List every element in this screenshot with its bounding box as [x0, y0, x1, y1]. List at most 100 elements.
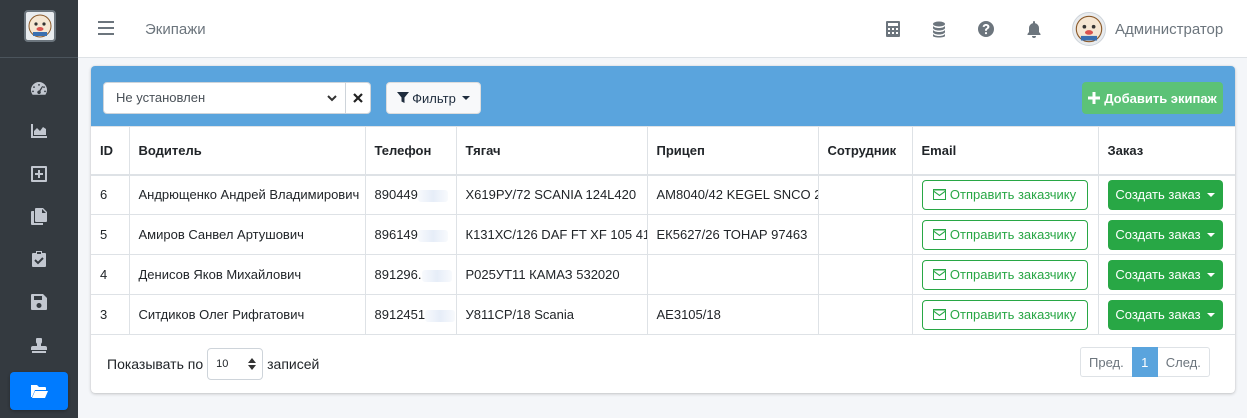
send-button-label: Отправить заказчику — [949, 227, 1077, 242]
caret-down-icon — [1206, 232, 1215, 237]
sidebar-item-crews[interactable] — [10, 372, 68, 410]
cell-truck: Р025УТ11 КАМАЗ 532020 — [455, 254, 648, 295]
calculator-icon[interactable] — [884, 20, 902, 38]
send-to-customer-button[interactable]: Отправить заказчику — [921, 179, 1088, 210]
cell-phone: 891296. — [364, 254, 457, 295]
cell-order: Создать заказ — [1097, 174, 1235, 215]
create-order-button[interactable]: Создать заказ — [1107, 179, 1223, 210]
logo-mascot-icon — [28, 14, 52, 38]
phone-text: 8912451 — [374, 307, 426, 322]
bell-icon[interactable] — [1025, 20, 1043, 38]
filter-button-label: Фильтр — [412, 90, 456, 106]
cell-order: Создать заказ — [1097, 294, 1235, 335]
add-crew-button[interactable]: Добавить экипаж — [1082, 82, 1223, 114]
save-floppy-icon — [31, 294, 47, 310]
phone-text: 891296. — [374, 267, 422, 282]
send-to-customer-button[interactable]: Отправить заказчику — [921, 299, 1088, 330]
sidebar-item-save[interactable] — [10, 283, 68, 321]
cell-driver: Амиров Санвел Артушович — [128, 214, 366, 255]
cell-email: Отправить заказчику — [911, 214, 1099, 255]
cell-email: Отправить заказчику — [911, 174, 1099, 215]
envelope-icon — [932, 229, 946, 240]
create-order-label: Создать заказ — [1115, 307, 1201, 322]
phone-text: 890449 — [374, 187, 418, 203]
cell-driver: Андрющенко Андрей Владимирович — [128, 174, 366, 215]
column-header[interactable]: Сотрудник — [817, 126, 913, 176]
cell-driver: Денисов Яков Михайлович — [128, 254, 366, 295]
caret-down-icon — [1206, 192, 1215, 197]
cell-truck: У811СР/18 Scania — [455, 294, 648, 335]
column-header[interactable]: Email — [911, 126, 1099, 176]
page-size-select[interactable]: 10 — [207, 348, 264, 380]
create-order-label: Создать заказ — [1115, 187, 1201, 203]
send-to-customer-button[interactable]: Отправить заказчику — [921, 219, 1088, 250]
cell-trailer: АЕ3105/18 — [646, 294, 819, 335]
create-order-button[interactable]: Создать заказ — [1107, 299, 1223, 330]
pagination-prev[interactable]: Пред. — [1080, 347, 1132, 377]
page-size-value: 10 — [216, 358, 229, 370]
send-button-label: Отправить заказчику — [949, 187, 1077, 203]
column-header[interactable]: Тягач — [455, 126, 648, 176]
cell-employee — [817, 294, 913, 335]
cell-trailer: ЕК5627/26 ТОНАР 97463 — [646, 214, 819, 255]
sidebar-item-charts[interactable] — [10, 112, 68, 150]
envelope-icon — [932, 309, 946, 320]
sidebar — [0, 0, 78, 418]
create-order-button[interactable]: Создать заказ — [1107, 219, 1223, 250]
redaction-blur — [417, 189, 448, 202]
send-button-label: Отправить заказчику — [949, 307, 1077, 322]
envelope-icon — [932, 269, 946, 280]
cell-phone: 8912451 — [364, 294, 457, 335]
column-header[interactable]: Телефон — [364, 126, 457, 176]
plus-square-icon — [31, 166, 47, 182]
copy-documents-icon — [31, 208, 47, 225]
sidebar-item-tasks[interactable] — [10, 240, 68, 278]
cell-order: Создать заказ — [1097, 254, 1235, 295]
cell-driver: Ситдиков Олег Рифгатович — [128, 294, 366, 335]
stamp-icon — [31, 338, 47, 353]
pagination-page-current[interactable]: 1 — [1131, 347, 1158, 377]
show-label: Показывать по — [107, 356, 204, 372]
logo[interactable] — [24, 10, 56, 42]
status-select[interactable]: Не установлен — [103, 82, 346, 114]
column-header[interactable]: ID — [91, 126, 130, 176]
send-button-label: Отправить заказчику — [949, 267, 1077, 282]
column-header[interactable]: Заказ — [1097, 126, 1235, 176]
redaction-blur — [417, 229, 448, 242]
table-row: 4 Денисов Яков Михайлович 891296. Р025УТ… — [91, 254, 1235, 295]
filter-button[interactable]: Фильтр — [386, 82, 481, 114]
menu-toggle-icon[interactable] — [98, 21, 114, 37]
sidebar-divider — [0, 57, 78, 58]
coins-icon[interactable] — [930, 20, 948, 38]
column-header[interactable]: Прицеп — [646, 126, 819, 176]
sidebar-item-documents[interactable] — [10, 197, 68, 235]
caret-down-icon — [1206, 312, 1215, 317]
sidebar-item-add[interactable] — [10, 155, 68, 193]
cell-id: 4 — [91, 254, 130, 295]
create-order-label: Создать заказ — [1115, 227, 1201, 242]
table-row: 5 Амиров Санвел Артушович 896149 К131ХС/… — [91, 214, 1235, 255]
create-order-button[interactable]: Создать заказ — [1107, 259, 1223, 290]
cell-employee — [817, 174, 913, 215]
send-to-customer-button[interactable]: Отправить заказчику — [921, 259, 1088, 290]
status-select-value: Не установлен — [116, 90, 206, 105]
cell-email: Отправить заказчику — [911, 254, 1099, 295]
sidebar-item-dashboard[interactable] — [10, 70, 68, 108]
column-header[interactable]: Водитель — [128, 126, 366, 176]
table-row: 3 Ситдиков Олег Рифгатович 8912451 У811С… — [91, 294, 1235, 335]
user-name[interactable]: Администратор — [1115, 21, 1223, 38]
clear-select-button[interactable] — [345, 82, 371, 114]
pagination-next[interactable]: След. — [1157, 347, 1210, 377]
cell-id: 5 — [91, 214, 130, 255]
chevron-down-icon — [327, 95, 337, 102]
caret-down-icon — [461, 96, 470, 100]
redaction-blur — [425, 309, 455, 322]
cell-trailer — [646, 254, 819, 295]
cell-id: 3 — [91, 294, 130, 335]
help-icon[interactable] — [977, 20, 995, 38]
avatar[interactable] — [1072, 12, 1106, 46]
crews-card: Не установлен Фильтр Добавить экипаж ID … — [91, 66, 1235, 393]
redaction-blur — [421, 269, 452, 282]
sidebar-item-stamp[interactable] — [10, 327, 68, 365]
caret-down-icon — [1206, 272, 1215, 277]
